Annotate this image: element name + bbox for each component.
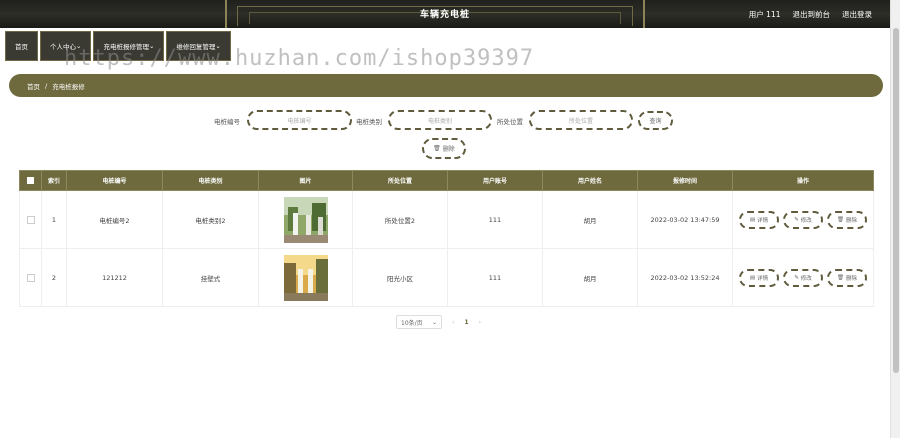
- cell-time: 2022-03-02 13:52:24: [637, 248, 733, 307]
- table-row: 1 电桩编号2 电桩类别2 所处位置2 111 胡月 2022-03-02 13…: [19, 190, 874, 249]
- cell-name: 胡月: [542, 190, 638, 249]
- query-button[interactable]: 查询: [638, 111, 673, 130]
- cell-actions: ▤ 详情 ✎ 修改 🗑 删除: [732, 190, 874, 249]
- cell-index: 1: [41, 190, 67, 249]
- repair-table: 索引 电桩编号 电桩类别 图片 所处位置 用户账号 用户姓名 报修时间 操作 1…: [19, 170, 874, 307]
- delete-label: 删除: [845, 275, 857, 282]
- edit-icon: ✎: [794, 216, 799, 223]
- pile-category-input[interactable]: 电桩类别: [388, 110, 492, 130]
- location-label: 所处位置: [497, 118, 523, 126]
- row-checkbox[interactable]: [26, 215, 35, 224]
- column-header: 报修时间: [637, 170, 733, 191]
- cell-image: [258, 248, 353, 307]
- row-select-cell[interactable]: [19, 190, 42, 249]
- menu-item-personal-center[interactable]: 个人中心 ⌄: [40, 31, 92, 61]
- chevron-down-icon: ⌄: [76, 42, 82, 50]
- batch-delete-label: 删除: [442, 146, 455, 153]
- edit-label: 修改: [800, 275, 812, 282]
- logout-link[interactable]: 退出登录: [842, 9, 872, 20]
- scrollbar-thumb[interactable]: [893, 28, 899, 373]
- column-header: 电桩类别: [162, 170, 259, 191]
- detail-icon: ▤: [749, 274, 756, 281]
- menu-item-label: 个人中心: [50, 43, 76, 51]
- column-header: 图片: [258, 170, 353, 191]
- edit-button[interactable]: ✎ 修改: [783, 210, 823, 229]
- charging-pile-photo[interactable]: [283, 254, 328, 301]
- breadcrumb-home[interactable]: 首页: [27, 81, 40, 91]
- trash-icon: 🗑: [837, 216, 844, 223]
- cell-location: 所处位置2: [352, 190, 448, 249]
- chevron-down-icon: ⌄: [148, 42, 155, 50]
- page-size-select[interactable]: 10条/页 ⌄: [396, 315, 442, 329]
- breadcrumb-current: 充电桩报修: [52, 82, 85, 91]
- cell-code: 电桩编号2: [66, 190, 163, 249]
- pile-category-label: 电桩类别: [356, 118, 382, 126]
- cell-name: 胡月: [542, 248, 638, 307]
- menu-item-reply-management[interactable]: 维修回复管理 ⌄: [166, 31, 231, 61]
- detail-label: 详情: [757, 217, 769, 224]
- search-form: 电桩编号 电桩编号 电桩类别 电桩类别 所处位置 所处位置 查询: [0, 110, 890, 132]
- detail-button[interactable]: ▤ 详情: [739, 210, 779, 229]
- detail-label: 详情: [757, 275, 769, 282]
- column-header: 用户账号: [447, 170, 543, 191]
- edit-icon: ✎: [794, 274, 799, 281]
- edit-button[interactable]: ✎ 修改: [783, 268, 823, 287]
- top-header: 车辆充电桩 用户 111 退出到前台 退出登录: [0, 0, 890, 28]
- table-header-row: 索引 电桩编号 电桩类别 图片 所处位置 用户账号 用户姓名 报修时间 操作: [19, 170, 874, 191]
- cell-category: 挂壁式: [162, 248, 259, 307]
- chevron-down-icon: ⌄: [431, 318, 437, 326]
- cell-code: 121212: [66, 248, 163, 307]
- menu-item-home[interactable]: 首页: [5, 31, 38, 61]
- current-page[interactable]: 1: [464, 319, 468, 326]
- column-header: 用户姓名: [542, 170, 638, 191]
- cell-time: 2022-03-02 13:47:59: [637, 190, 733, 249]
- detail-icon: ▤: [749, 216, 756, 223]
- pile-code-input[interactable]: 电桩编号: [247, 110, 352, 130]
- location-input[interactable]: 所处位置: [529, 110, 633, 130]
- cell-location: 阳光小区: [352, 248, 448, 307]
- cell-index: 2: [41, 248, 67, 307]
- column-header: 操作: [732, 170, 874, 191]
- column-header: 所处位置: [352, 170, 448, 191]
- column-header: 电桩编号: [66, 170, 163, 191]
- cell-actions: ▤ 详情 ✎ 修改 🗑 删除: [732, 248, 874, 307]
- delete-label: 删除: [845, 217, 857, 224]
- menu-item-label: 维修回复管理: [176, 43, 216, 51]
- trash-icon: 🗑: [433, 145, 441, 152]
- main-menu: 首页 个人中心 ⌄ 充电桩报修管理 ⌄ 维修回复管理 ⌄: [5, 31, 231, 61]
- detail-button[interactable]: ▤ 详情: [739, 268, 779, 287]
- cell-account: 111: [447, 248, 543, 307]
- current-user: 用户 111: [748, 10, 781, 19]
- next-page-icon[interactable]: ›: [479, 319, 481, 326]
- pagination: 10条/页 ⌄ ‹ 1 ›: [396, 315, 481, 329]
- select-all-checkbox[interactable]: [27, 177, 34, 184]
- chevron-down-icon: ⌄: [215, 42, 221, 50]
- page-scrollbar[interactable]: [890, 0, 900, 438]
- batch-delete-button[interactable]: 🗑 删除: [422, 138, 466, 159]
- row-checkbox[interactable]: [26, 273, 35, 282]
- edit-label: 修改: [800, 217, 812, 224]
- breadcrumb: 首页 / 充电桩报修: [9, 74, 883, 97]
- prev-page-icon[interactable]: ‹: [452, 319, 454, 326]
- delete-button[interactable]: 🗑 删除: [827, 210, 867, 229]
- menu-item-repair-management[interactable]: 充电桩报修管理 ⌄: [93, 31, 165, 61]
- page-size-value: 10条/页: [401, 319, 423, 327]
- cell-account: 111: [447, 190, 543, 249]
- trash-icon: 🗑: [837, 274, 844, 281]
- column-header: 索引: [41, 170, 67, 191]
- charging-pile-photo[interactable]: [283, 196, 328, 243]
- row-select-cell[interactable]: [19, 248, 42, 307]
- cell-image: [258, 190, 353, 249]
- header-links: 用户 111 退出到前台 退出登录: [749, 9, 872, 20]
- cell-category: 电桩类别2: [162, 190, 259, 249]
- menu-item-label: 首页: [15, 43, 28, 51]
- pile-code-label: 电桩编号: [214, 118, 240, 126]
- menu-item-label: 充电桩报修管理: [103, 43, 149, 51]
- delete-button[interactable]: 🗑 删除: [827, 268, 867, 287]
- back-to-front-link[interactable]: 退出到前台: [793, 9, 831, 20]
- select-all-header[interactable]: [19, 170, 42, 191]
- table-row: 2 121212 挂壁式 阳光小区 111 胡月 2022-03-02 13:5…: [19, 248, 874, 307]
- breadcrumb-separator: /: [45, 81, 48, 90]
